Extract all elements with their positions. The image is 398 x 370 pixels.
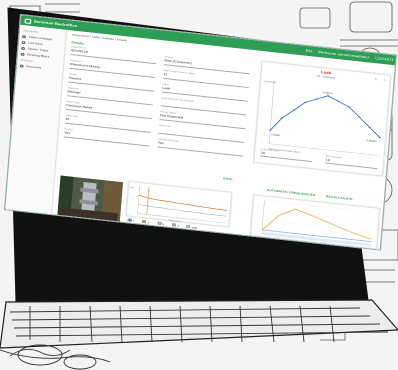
legend-label: 3: [162, 223, 165, 227]
scene: Sensmon Backoffice EN Welcome sensmonadm…: [0, 0, 398, 370]
y-axis: [261, 200, 265, 230]
right-label: 0.00004: [366, 139, 377, 143]
y-axis-label: Leak Rate: [264, 80, 277, 84]
gridline: [262, 219, 373, 232]
legend-label: drift: [191, 226, 198, 230]
trap-icon: [21, 46, 26, 50]
legend-label: 4: [177, 224, 180, 228]
chart-next-button[interactable]: >: [383, 78, 386, 82]
sidebar-item-label: Bearing Black: [27, 52, 50, 59]
spectrum-series-1: [138, 204, 227, 217]
leak-series-line: [269, 95, 381, 138]
language-switch[interactable]: EN: [305, 49, 311, 54]
legend-item[interactable]: 1: [127, 218, 135, 224]
list-icon: [21, 40, 26, 44]
y-axis-label: dB: [130, 187, 134, 189]
user-icon: [19, 63, 24, 68]
recalculate-button[interactable]: RECALCULATE: [326, 194, 353, 201]
legend-item[interactable]: 2: [142, 219, 150, 225]
spectrum-spike: [146, 187, 150, 215]
spectrum-series-0: [138, 194, 227, 211]
legend-swatch: [157, 221, 162, 225]
main-content: Inspections / Valve Leakage / Details De…: [55, 30, 397, 250]
drop-icon: [22, 34, 27, 38]
legend-swatch: [171, 223, 177, 227]
valve-photo: [57, 175, 123, 222]
sidebar-item-label: Accounts: [26, 64, 42, 70]
peak-label: 0.0012: [323, 91, 333, 95]
legend-item[interactable]: drift: [186, 224, 198, 230]
legend-swatch: [186, 224, 191, 229]
legend-item[interactable]: 4: [171, 223, 180, 228]
section-title: Details: [71, 40, 85, 46]
low-label: 0.0006: [271, 134, 281, 138]
legend-item[interactable]: 3: [157, 221, 165, 227]
gridline: [264, 200, 374, 213]
chart-prev-button[interactable]: <: [374, 77, 377, 81]
bearing-icon: [20, 52, 25, 56]
app-screen: Sensmon Backoffice EN Welcome sensmonadm…: [4, 14, 397, 251]
y-axis: [137, 186, 140, 214]
valve-photo-art: [57, 175, 123, 222]
leak-chart-card: Leak (11 - Gasses) < > 0.0012 0.0006 0.000…: [253, 60, 392, 177]
gridline: [263, 210, 373, 223]
legend-label: 2: [147, 221, 150, 225]
legend-label: 1: [132, 219, 135, 224]
legend-swatch: [127, 218, 132, 222]
logout-button[interactable]: LOGOUT: [375, 56, 394, 62]
brand-logo-icon: [24, 17, 32, 24]
legend-swatch: [142, 219, 147, 224]
details-form: Inspection ID SENSE10 Region Dow (Customer)…: [62, 46, 254, 183]
